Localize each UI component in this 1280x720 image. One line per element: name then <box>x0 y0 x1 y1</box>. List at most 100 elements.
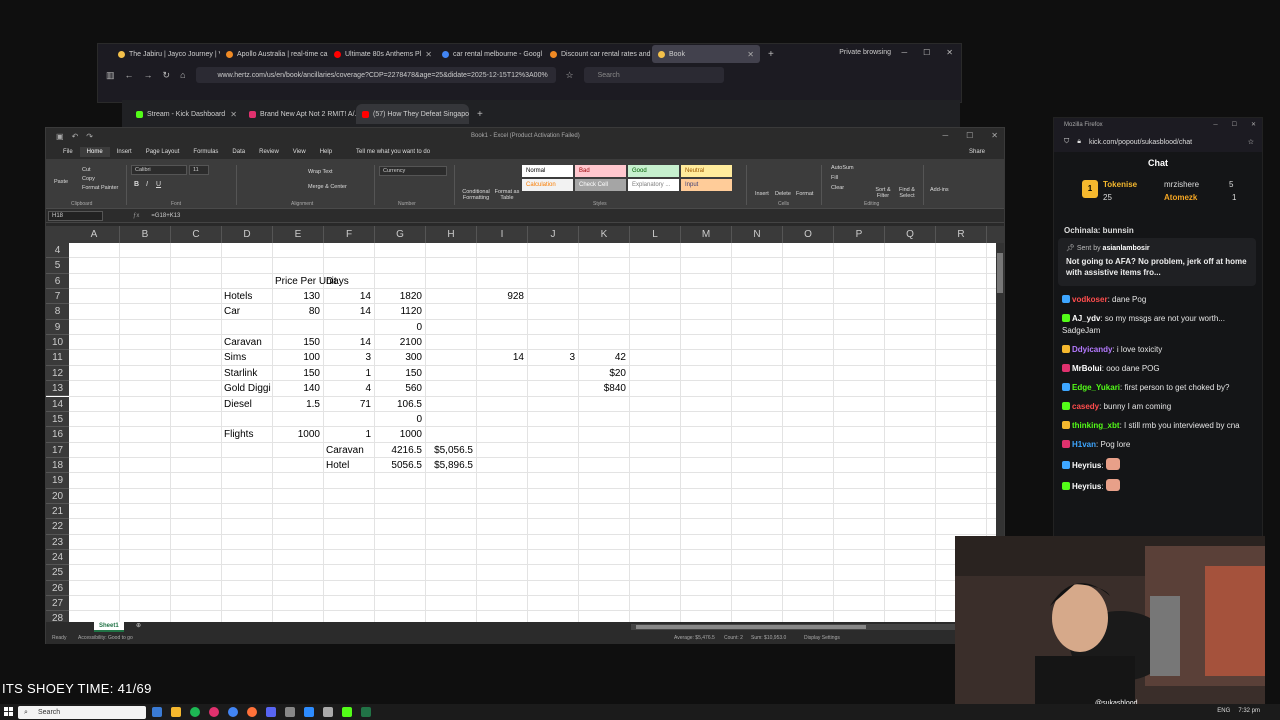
cell-style-5[interactable]: Check Cell <box>575 179 626 191</box>
cell-D10[interactable]: Caravan <box>224 335 273 350</box>
add-ins-button[interactable]: Add-ins <box>930 187 949 193</box>
menu-tab-page-layout[interactable]: Page Layout <box>139 147 187 157</box>
menu-tab-home[interactable]: Home <box>79 147 110 157</box>
cut-button[interactable]: Cut <box>82 167 91 173</box>
firefox-icon[interactable] <box>247 707 257 717</box>
cell-J11[interactable]: 3 <box>530 350 575 365</box>
menu-tab-file[interactable]: File <box>56 147 80 157</box>
cell-G11[interactable]: 300 <box>377 350 422 365</box>
row-header[interactable]: 21 <box>46 503 69 520</box>
cell-E11[interactable]: 100 <box>275 350 320 365</box>
discord-icon[interactable] <box>266 707 276 717</box>
cell-style-7[interactable]: Input <box>681 179 732 191</box>
cell-style-2[interactable]: Good <box>628 165 679 177</box>
cell-style-6[interactable]: Explanatory ... <box>628 179 679 191</box>
format-as-table-button[interactable]: Format as Table <box>492 189 522 201</box>
chat-username[interactable]: AJ_ydv <box>1072 314 1100 323</box>
cell-H18[interactable]: $5,896.5 <box>428 458 473 473</box>
cell-D7[interactable]: Hotels <box>224 289 273 304</box>
chat-username[interactable]: casedy <box>1072 402 1099 411</box>
save-icon[interactable]: ▣ <box>56 132 64 141</box>
column-header[interactable]: G <box>375 226 426 243</box>
cell-style-1[interactable]: Bad <box>575 165 626 177</box>
cell-F14[interactable]: 71 <box>326 397 371 412</box>
browser-tab[interactable]: Discount car rental rates and✕ <box>544 45 652 63</box>
cell-F10[interactable]: 14 <box>326 335 371 350</box>
row-header[interactable]: 11 <box>46 350 69 366</box>
cell-I7[interactable]: 928 <box>479 289 524 304</box>
row-header[interactable]: 4 <box>46 243 69 259</box>
row-header[interactable]: 19 <box>46 473 69 489</box>
cell-G10[interactable]: 2100 <box>377 335 422 350</box>
row-header[interactable]: 7 <box>46 289 69 305</box>
menu-tab-formulas[interactable]: Formulas <box>186 147 225 157</box>
cell-G14[interactable]: 106.5 <box>377 397 422 412</box>
clock[interactable]: 7:32 pm <box>1238 708 1260 714</box>
row-header[interactable]: 27 <box>46 596 69 612</box>
cell-D13[interactable]: Gold Diggi <box>224 381 273 396</box>
column-header[interactable]: D <box>222 226 273 243</box>
file-explorer-icon[interactable] <box>171 707 181 717</box>
cell-D16[interactable]: Flights <box>224 427 273 442</box>
display-settings[interactable]: Display Settings <box>804 633 840 644</box>
minimize-icon[interactable]: ─ <box>901 48 907 57</box>
chat-username[interactable]: Ddyicandy <box>1072 345 1112 354</box>
chat-username[interactable]: H1van <box>1072 440 1096 449</box>
cell-E16[interactable]: 1000 <box>275 427 320 442</box>
chrome-icon[interactable] <box>228 707 238 717</box>
cell-E13[interactable]: 140 <box>275 381 320 396</box>
column-header[interactable]: B <box>120 226 171 243</box>
find-select-button[interactable]: Find & Select <box>894 187 920 199</box>
add-sheet-icon[interactable]: ⊕ <box>136 622 141 629</box>
pinned-message[interactable]: 📌︎ Sent by asianlambosir Not going to AF… <box>1058 238 1256 286</box>
row-header[interactable]: 23 <box>46 534 69 550</box>
column-header[interactable]: O <box>783 226 834 243</box>
column-header[interactable]: M <box>681 226 732 243</box>
cell-style-3[interactable]: Neutral <box>681 165 732 177</box>
cell-G8[interactable]: 1120 <box>377 304 422 319</box>
kick-icon[interactable] <box>342 707 352 717</box>
row-header[interactable]: 16 <box>46 427 69 443</box>
cell-H17[interactable]: $5,056.5 <box>428 443 473 458</box>
menu-tab-insert[interactable]: Insert <box>110 147 139 157</box>
row-header[interactable]: 18 <box>46 457 69 474</box>
reload-icon[interactable]: ↻ <box>163 70 171 81</box>
close-tab-icon[interactable]: ✕ <box>230 110 237 119</box>
cell-F11[interactable]: 3 <box>326 350 371 365</box>
menu-tab-data[interactable]: Data <box>225 147 252 157</box>
windows-start-icon[interactable] <box>4 707 13 716</box>
formula-input[interactable]: =G18+K13 <box>151 213 180 219</box>
cell-G9[interactable]: 0 <box>377 320 422 335</box>
row-header[interactable]: 28 <box>46 611 69 622</box>
maximize-icon[interactable]: ☐ <box>966 131 973 140</box>
row-header[interactable]: 8 <box>46 304 69 320</box>
minimize-icon[interactable]: ─ <box>1213 118 1217 132</box>
fill-button[interactable]: Fill <box>831 175 838 181</box>
cell-I11[interactable]: 14 <box>479 350 524 365</box>
row-header[interactable]: 17 <box>46 442 69 458</box>
column-header[interactable]: P <box>834 226 885 243</box>
paste-button[interactable]: Paste <box>54 179 68 185</box>
app-icon[interactable] <box>304 707 314 717</box>
cell-D11[interactable]: Sims <box>224 350 273 365</box>
cell-E12[interactable]: 150 <box>275 366 320 381</box>
cell-E14[interactable]: 1.5 <box>275 397 320 412</box>
menu-tab-help[interactable]: Help <box>313 147 339 157</box>
cell-G15[interactable]: 0 <box>377 412 422 427</box>
cell-style-0[interactable]: Normal <box>522 165 573 177</box>
row-header[interactable]: 9 <box>46 319 69 336</box>
fx-icon[interactable]: ƒx <box>133 213 139 219</box>
browser-tab[interactable]: Brand New Apt Not 2 RMIT! A/...✕ <box>243 104 356 124</box>
format-painter-button[interactable]: Format Painter <box>82 185 118 191</box>
chat-username[interactable]: MrBolui <box>1072 364 1102 373</box>
sheet-tab[interactable]: Sheet1 <box>94 622 124 632</box>
column-header[interactable]: K <box>579 226 630 243</box>
cell-E10[interactable]: 150 <box>275 335 320 350</box>
cell-G16[interactable]: 1000 <box>377 427 422 442</box>
worksheet-grid[interactable]: ABCDEFGHIJKLMNOPQR 4 5 6 7 8 9 10 11 12 13 14 15 16 1… <box>46 226 1004 622</box>
cell-G13[interactable]: 560 <box>377 381 422 396</box>
chat-username[interactable]: thinking_xbt <box>1072 421 1120 430</box>
wrap-text-button[interactable]: Wrap Text <box>308 169 333 175</box>
format-cells-button[interactable]: Format <box>796 191 813 197</box>
pinned-by-user[interactable]: asianlambosir <box>1103 245 1150 252</box>
